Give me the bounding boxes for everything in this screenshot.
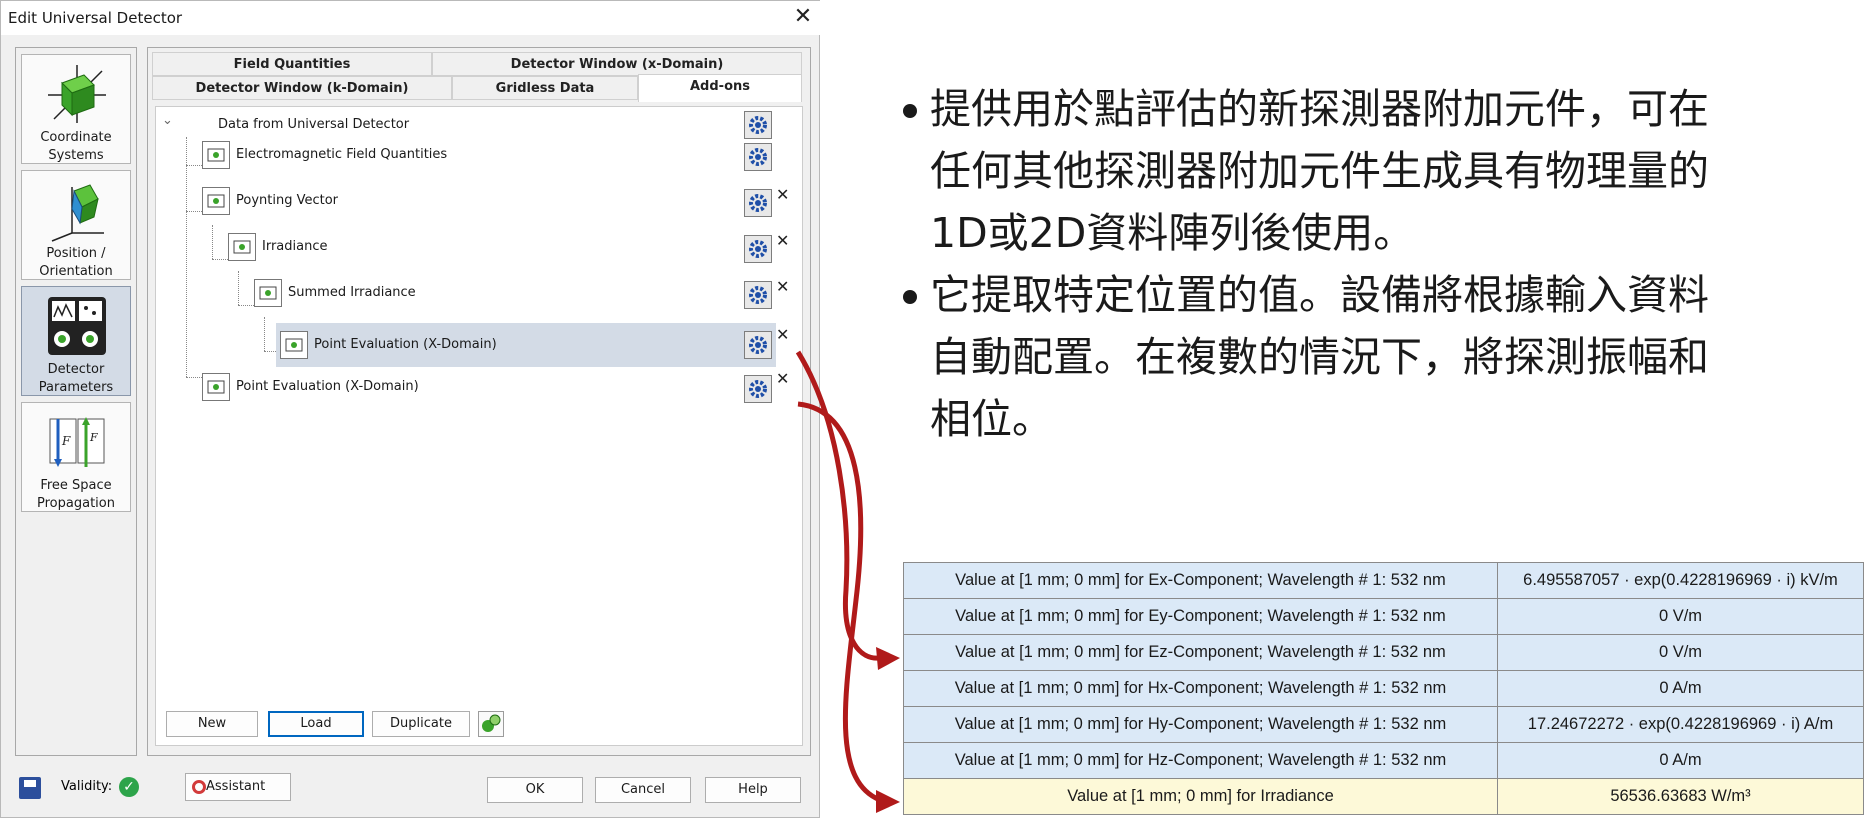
arrowhead-field-components bbox=[876, 647, 900, 670]
arrowhead-irradiance bbox=[876, 790, 900, 813]
callout-arrows bbox=[795, 350, 900, 813]
arrow-to-field-components bbox=[795, 350, 881, 661]
